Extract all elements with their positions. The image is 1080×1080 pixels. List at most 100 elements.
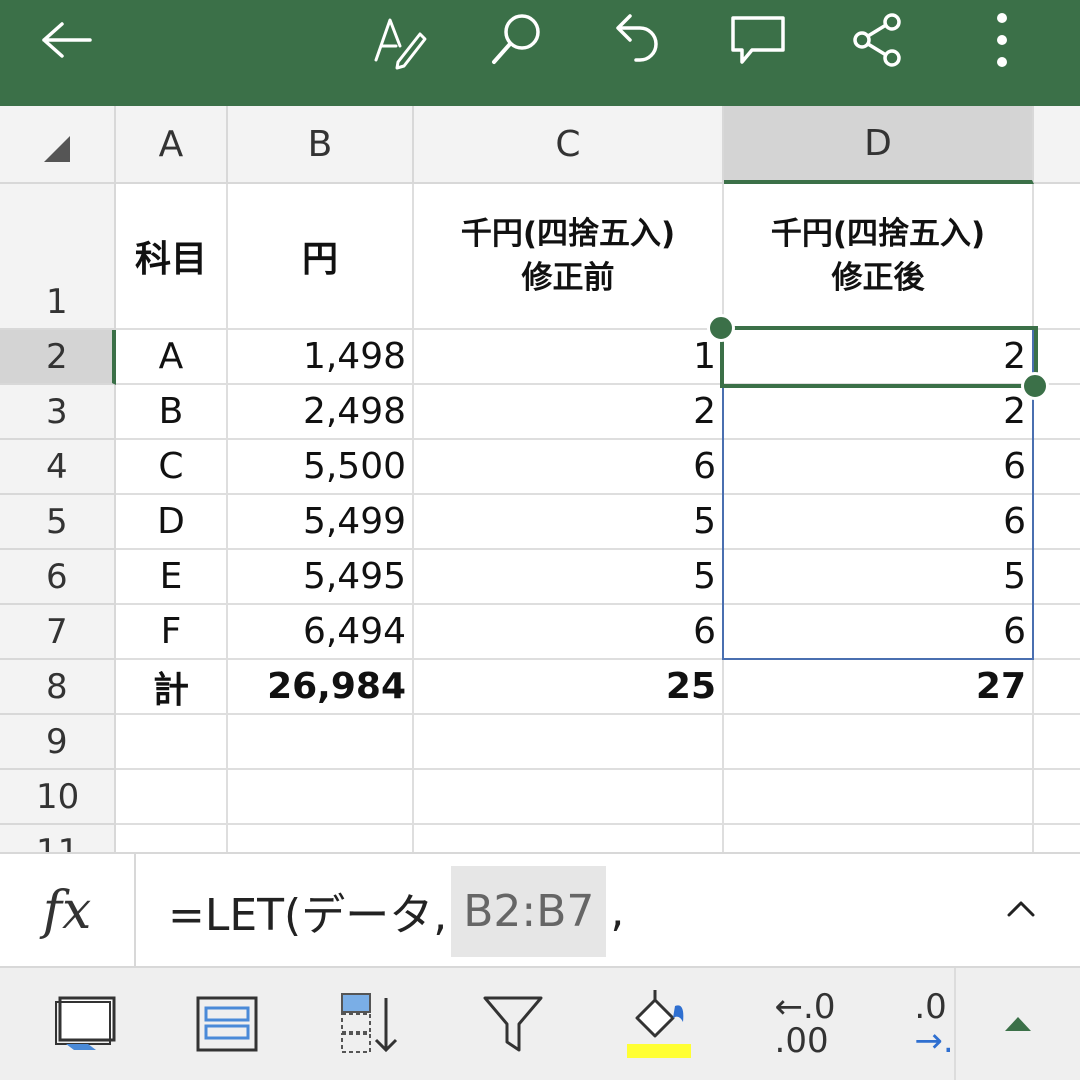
row-header-9[interactable]: 9 xyxy=(0,715,116,770)
cell-b2[interactable]: 1,498 xyxy=(228,330,414,385)
cell-c7[interactable]: 6 xyxy=(414,605,724,660)
cell-b5[interactable]: 5,499 xyxy=(228,495,414,550)
cell-c4[interactable]: 6 xyxy=(414,440,724,495)
cell-a2[interactable]: A xyxy=(116,330,228,385)
cell-d2[interactable]: 2 xyxy=(724,330,1034,385)
spreadsheet-grid[interactable]: A B C D 1 2 3 4 5 6 7 8 9 10 11 科目 円 千円(… xyxy=(0,106,1080,852)
cell-c1-line1: 千円(四捨五入) xyxy=(460,216,676,252)
cell-d1-line2: 修正後 xyxy=(831,260,925,296)
cell-a5[interactable]: D xyxy=(116,495,228,550)
cell-b10[interactable] xyxy=(228,770,414,825)
column-header-d[interactable]: D xyxy=(724,106,1034,184)
expand-formula-button[interactable] xyxy=(996,884,1046,934)
cell-d11[interactable] xyxy=(724,825,1034,852)
cell-b1[interactable]: 円 xyxy=(228,184,414,330)
cell-c6[interactable]: 5 xyxy=(414,550,724,605)
cell-e8[interactable] xyxy=(1034,660,1080,715)
row-header-11[interactable]: 11 xyxy=(0,825,116,852)
row-header-2[interactable]: 2 xyxy=(0,330,116,385)
cell-a11[interactable] xyxy=(116,825,228,852)
row-header-6[interactable]: 6 xyxy=(0,550,116,605)
row-header-7[interactable]: 7 xyxy=(0,605,116,660)
more-button[interactable] xyxy=(962,0,1042,80)
selection-handle-bottom-right[interactable] xyxy=(1021,372,1049,400)
decrease-decimal-button[interactable]: ←.0 .00 xyxy=(740,968,870,1080)
row-header-10[interactable]: 10 xyxy=(0,770,116,825)
formula-prefix: =LET(データ, xyxy=(168,890,448,941)
cell-e5[interactable] xyxy=(1034,495,1080,550)
cell-a3[interactable]: B xyxy=(116,385,228,440)
cell-e7[interactable] xyxy=(1034,605,1080,660)
chevron-up-icon xyxy=(1007,901,1035,917)
undo-button[interactable] xyxy=(596,0,676,80)
share-button[interactable] xyxy=(838,0,918,80)
column-header-b[interactable]: B xyxy=(228,106,414,184)
cell-border-button[interactable] xyxy=(20,968,150,1080)
cell-b4[interactable]: 5,500 xyxy=(228,440,414,495)
cell-b6[interactable]: 5,495 xyxy=(228,550,414,605)
cell-b11[interactable] xyxy=(228,825,414,852)
cell-a1[interactable]: 科目 xyxy=(116,184,228,330)
cell-d10[interactable] xyxy=(724,770,1034,825)
cell-d9[interactable] xyxy=(724,715,1034,770)
cell-c9[interactable] xyxy=(414,715,724,770)
increase-decimal-button[interactable]: .0 →. xyxy=(874,968,954,1080)
draw-button[interactable] xyxy=(358,0,438,80)
row-header-1[interactable]: 1 xyxy=(0,184,116,330)
format-cells-icon xyxy=(196,996,258,1052)
cell-a7[interactable]: F xyxy=(116,605,228,660)
cell-d5[interactable]: 6 xyxy=(724,495,1034,550)
select-all-triangle-icon xyxy=(44,136,70,162)
filter-button[interactable] xyxy=(448,968,578,1080)
cell-e4[interactable] xyxy=(1034,440,1080,495)
cell-e6[interactable] xyxy=(1034,550,1080,605)
cell-e1[interactable] xyxy=(1034,184,1080,330)
cell-a8[interactable]: 計 xyxy=(116,660,228,715)
column-header-e[interactable] xyxy=(1034,106,1080,184)
back-button[interactable] xyxy=(26,0,106,80)
toolbar-expand-button[interactable] xyxy=(954,968,1080,1080)
cell-c10[interactable] xyxy=(414,770,724,825)
cell-b3[interactable]: 2,498 xyxy=(228,385,414,440)
cell-d4[interactable]: 6 xyxy=(724,440,1034,495)
cell-d1[interactable]: 千円(四捨五入) 修正後 xyxy=(724,184,1034,330)
column-header-c[interactable]: C xyxy=(414,106,724,184)
cell-d6[interactable]: 5 xyxy=(724,550,1034,605)
cell-d3[interactable]: 2 xyxy=(724,385,1034,440)
cell-e10[interactable] xyxy=(1034,770,1080,825)
cell-d7[interactable]: 6 xyxy=(724,605,1034,660)
fx-button[interactable]: fx xyxy=(0,854,136,968)
cell-d8[interactable]: 27 xyxy=(724,660,1034,715)
cell-c3[interactable]: 2 xyxy=(414,385,724,440)
cell-e11[interactable] xyxy=(1034,825,1080,852)
cell-c1-line2: 修正前 xyxy=(521,260,615,296)
row-header-3[interactable]: 3 xyxy=(0,385,116,440)
search-button[interactable] xyxy=(476,0,556,80)
formula-input[interactable]: =LET(データ, B2:B7 , xyxy=(168,854,624,968)
formula-bar: fx =LET(データ, B2:B7 , xyxy=(0,852,1080,968)
cell-a6[interactable]: E xyxy=(116,550,228,605)
cell-c2[interactable]: 1 xyxy=(414,330,724,385)
row-header-8[interactable]: 8 xyxy=(0,660,116,715)
cell-a9[interactable] xyxy=(116,715,228,770)
cell-a4[interactable]: C xyxy=(116,440,228,495)
cell-e9[interactable] xyxy=(1034,715,1080,770)
column-header-a[interactable]: A xyxy=(116,106,228,184)
comment-button[interactable] xyxy=(718,0,798,80)
cell-c8[interactable]: 25 xyxy=(414,660,724,715)
selection-handle-top-left[interactable] xyxy=(707,314,735,342)
cell-c11[interactable] xyxy=(414,825,724,852)
cell-b8[interactable]: 26,984 xyxy=(228,660,414,715)
cell-c5[interactable]: 5 xyxy=(414,495,724,550)
sort-button[interactable] xyxy=(306,968,436,1080)
row-header-5[interactable]: 5 xyxy=(0,495,116,550)
cell-b9[interactable] xyxy=(228,715,414,770)
cell-b7[interactable]: 6,494 xyxy=(228,605,414,660)
row-header-4[interactable]: 4 xyxy=(0,440,116,495)
cell-c1[interactable]: 千円(四捨五入) 修正前 xyxy=(414,184,724,330)
select-all-corner[interactable] xyxy=(0,106,116,184)
cell-a10[interactable] xyxy=(116,770,228,825)
fill-color-button[interactable] xyxy=(594,968,724,1080)
back-arrow-icon xyxy=(42,22,92,58)
format-cells-button[interactable] xyxy=(162,968,292,1080)
